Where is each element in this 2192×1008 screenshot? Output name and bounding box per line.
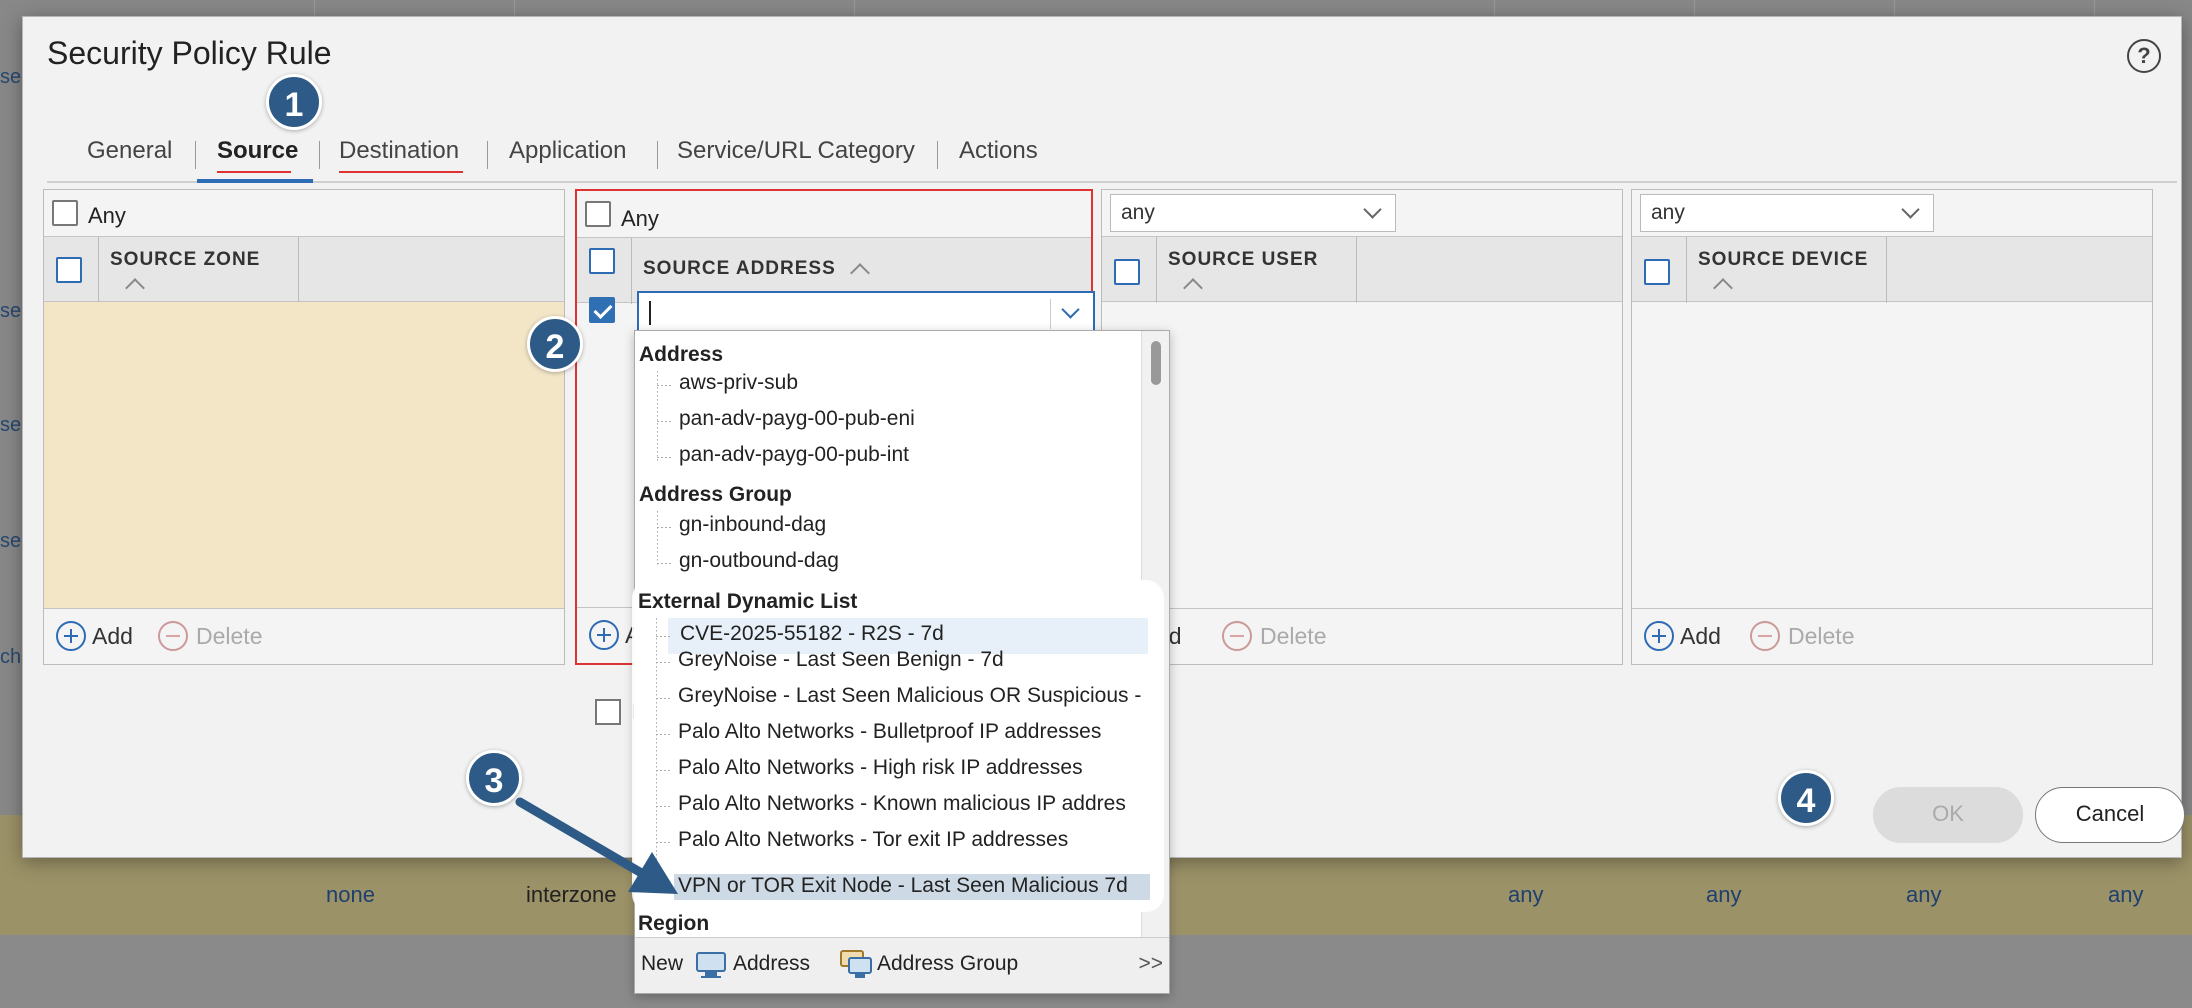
source-zone-panel: Any SOURCE ZONE Add Delete: [43, 189, 565, 665]
bg-cell: interzone: [526, 882, 617, 907]
question-circle-icon[interactable]: ?: [2127, 39, 2161, 73]
delete-icon: [1750, 621, 1780, 651]
dropdown-item-selected[interactable]: VPN or TOR Exit Node - Last Seen Malicio…: [678, 874, 1128, 898]
sort-asc-icon[interactable]: [850, 263, 870, 283]
delete-icon: [158, 621, 188, 651]
sort-asc-icon[interactable]: [1183, 278, 1203, 298]
source-device-column-header[interactable]: SOURCE DEVICE: [1698, 249, 1868, 271]
bg-cell: any: [1906, 882, 1942, 907]
source-device-select[interactable]: any: [1640, 194, 1934, 232]
bg-cell: any: [1706, 882, 1742, 907]
dialog-title: Security Policy Rule: [47, 35, 332, 71]
source-user-select-all-checkbox[interactable]: [1114, 259, 1140, 285]
step-marker-2: 2: [527, 316, 583, 372]
tab-application[interactable]: Application: [509, 137, 626, 165]
source-address-input[interactable]: [637, 291, 1095, 335]
tab-bar: General Source Destination Application S…: [47, 117, 2177, 183]
source-zone-column-header[interactable]: SOURCE ZONE: [110, 249, 260, 271]
any-label: Any: [621, 206, 659, 231]
source-device-select-all-checkbox[interactable]: [1644, 259, 1670, 285]
dropdown-item[interactable]: GreyNoise - Last Seen Benign - 7d: [678, 648, 1004, 672]
source-address-select-all-checkbox[interactable]: [589, 248, 615, 274]
dropdown-item[interactable]: Palo Alto Networks - Known malicious IP …: [678, 792, 1148, 816]
add-icon: [56, 621, 86, 651]
add-icon: [1644, 621, 1674, 651]
source-address-column-header[interactable]: SOURCE ADDRESS: [643, 258, 836, 280]
source-user-panel: any SOURCE USER dd Delete: [1101, 189, 1623, 665]
source-address-any-checkbox[interactable]: [585, 201, 611, 227]
tab-source[interactable]: Source: [217, 137, 298, 165]
tab-destination[interactable]: Destination: [339, 137, 459, 165]
delete-icon: [1222, 621, 1252, 651]
source-user-select[interactable]: any: [1110, 194, 1396, 232]
ok-button[interactable]: OK: [1873, 787, 2023, 843]
source-device-panel: any SOURCE DEVICE Add Delete: [1631, 189, 2153, 665]
dropdown-item[interactable]: Palo Alto Networks - Bulletproof IP addr…: [678, 720, 1101, 744]
more-button[interactable]: >>: [1138, 952, 1163, 976]
dropdown-item[interactable]: gn-inbound-dag: [679, 513, 826, 537]
dropdown-item[interactable]: Palo Alto Networks - Tor exit IP address…: [678, 828, 1068, 852]
step-marker-4: 4: [1778, 770, 1834, 826]
tab-general[interactable]: General: [87, 137, 172, 165]
dropdown-item[interactable]: pan-adv-payg-00-pub-int: [679, 443, 909, 467]
address-group-icon: [840, 950, 872, 978]
tab-actions[interactable]: Actions: [959, 137, 1038, 165]
dropdown-group-address-group: Address Group: [639, 483, 792, 506]
new-label: New: [641, 952, 684, 975]
source-user-delete-button[interactable]: Delete: [1260, 623, 1326, 650]
bg-cell: any: [2108, 882, 2144, 907]
external-dynamic-list-callout: External Dynamic List CVE-2025-55182 - R…: [634, 582, 1162, 910]
new-address-group-button[interactable]: Address Group: [877, 952, 1018, 976]
row-checkbox[interactable]: [589, 297, 615, 323]
source-zone-list: [44, 302, 564, 608]
source-user-column-header[interactable]: SOURCE USER: [1168, 249, 1318, 271]
sort-asc-icon[interactable]: [1713, 278, 1733, 298]
address-icon: [696, 952, 726, 978]
dropdown-item[interactable]: gn-outbound-dag: [679, 549, 839, 573]
source-device-select-value: any: [1651, 201, 1685, 224]
negate-checkbox[interactable]: [595, 699, 621, 725]
source-zone-delete-button[interactable]: Delete: [196, 623, 262, 650]
source-zone-any-checkbox[interactable]: [52, 200, 78, 226]
add-icon: [589, 620, 619, 650]
source-device-add-button[interactable]: Add: [1680, 623, 1721, 650]
chevron-down-icon[interactable]: [1061, 300, 1080, 319]
source-device-delete-button[interactable]: Delete: [1788, 623, 1854, 650]
dropdown-item[interactable]: pan-adv-payg-00-pub-eni: [679, 407, 915, 431]
dropdown-group-region: Region: [638, 912, 710, 935]
step-marker-1: 1: [266, 74, 322, 130]
source-zone-add-button[interactable]: Add: [92, 623, 133, 650]
cancel-button[interactable]: Cancel: [2035, 787, 2185, 843]
source-user-select-value: any: [1121, 201, 1155, 224]
dropdown-item[interactable]: CVE-2025-55182 - R2S - 7d: [680, 622, 944, 646]
chevron-down-icon: [1363, 200, 1382, 219]
dropdown-item[interactable]: Palo Alto Networks - High risk IP addres…: [678, 756, 1083, 780]
source-zone-select-all-checkbox[interactable]: [56, 257, 82, 283]
dropdown-footer: New Address Address Group >>: [635, 937, 1169, 993]
step-marker-3: 3: [466, 750, 522, 806]
chevron-down-icon: [1901, 200, 1920, 219]
dropdown-group-address: Address: [639, 343, 724, 366]
dropdown-group-external-dynamic-list: External Dynamic List: [638, 590, 858, 613]
tab-service-url-category[interactable]: Service/URL Category: [677, 137, 915, 165]
bg-cell: none: [326, 882, 375, 907]
dropdown-item[interactable]: aws-priv-sub: [679, 371, 798, 395]
any-label: Any: [88, 203, 126, 228]
new-address-button[interactable]: Address: [733, 952, 810, 976]
sort-asc-icon[interactable]: [125, 278, 145, 298]
bg-cell: any: [1508, 882, 1544, 907]
dropdown-item[interactable]: GreyNoise - Last Seen Malicious OR Suspi…: [678, 684, 1141, 708]
